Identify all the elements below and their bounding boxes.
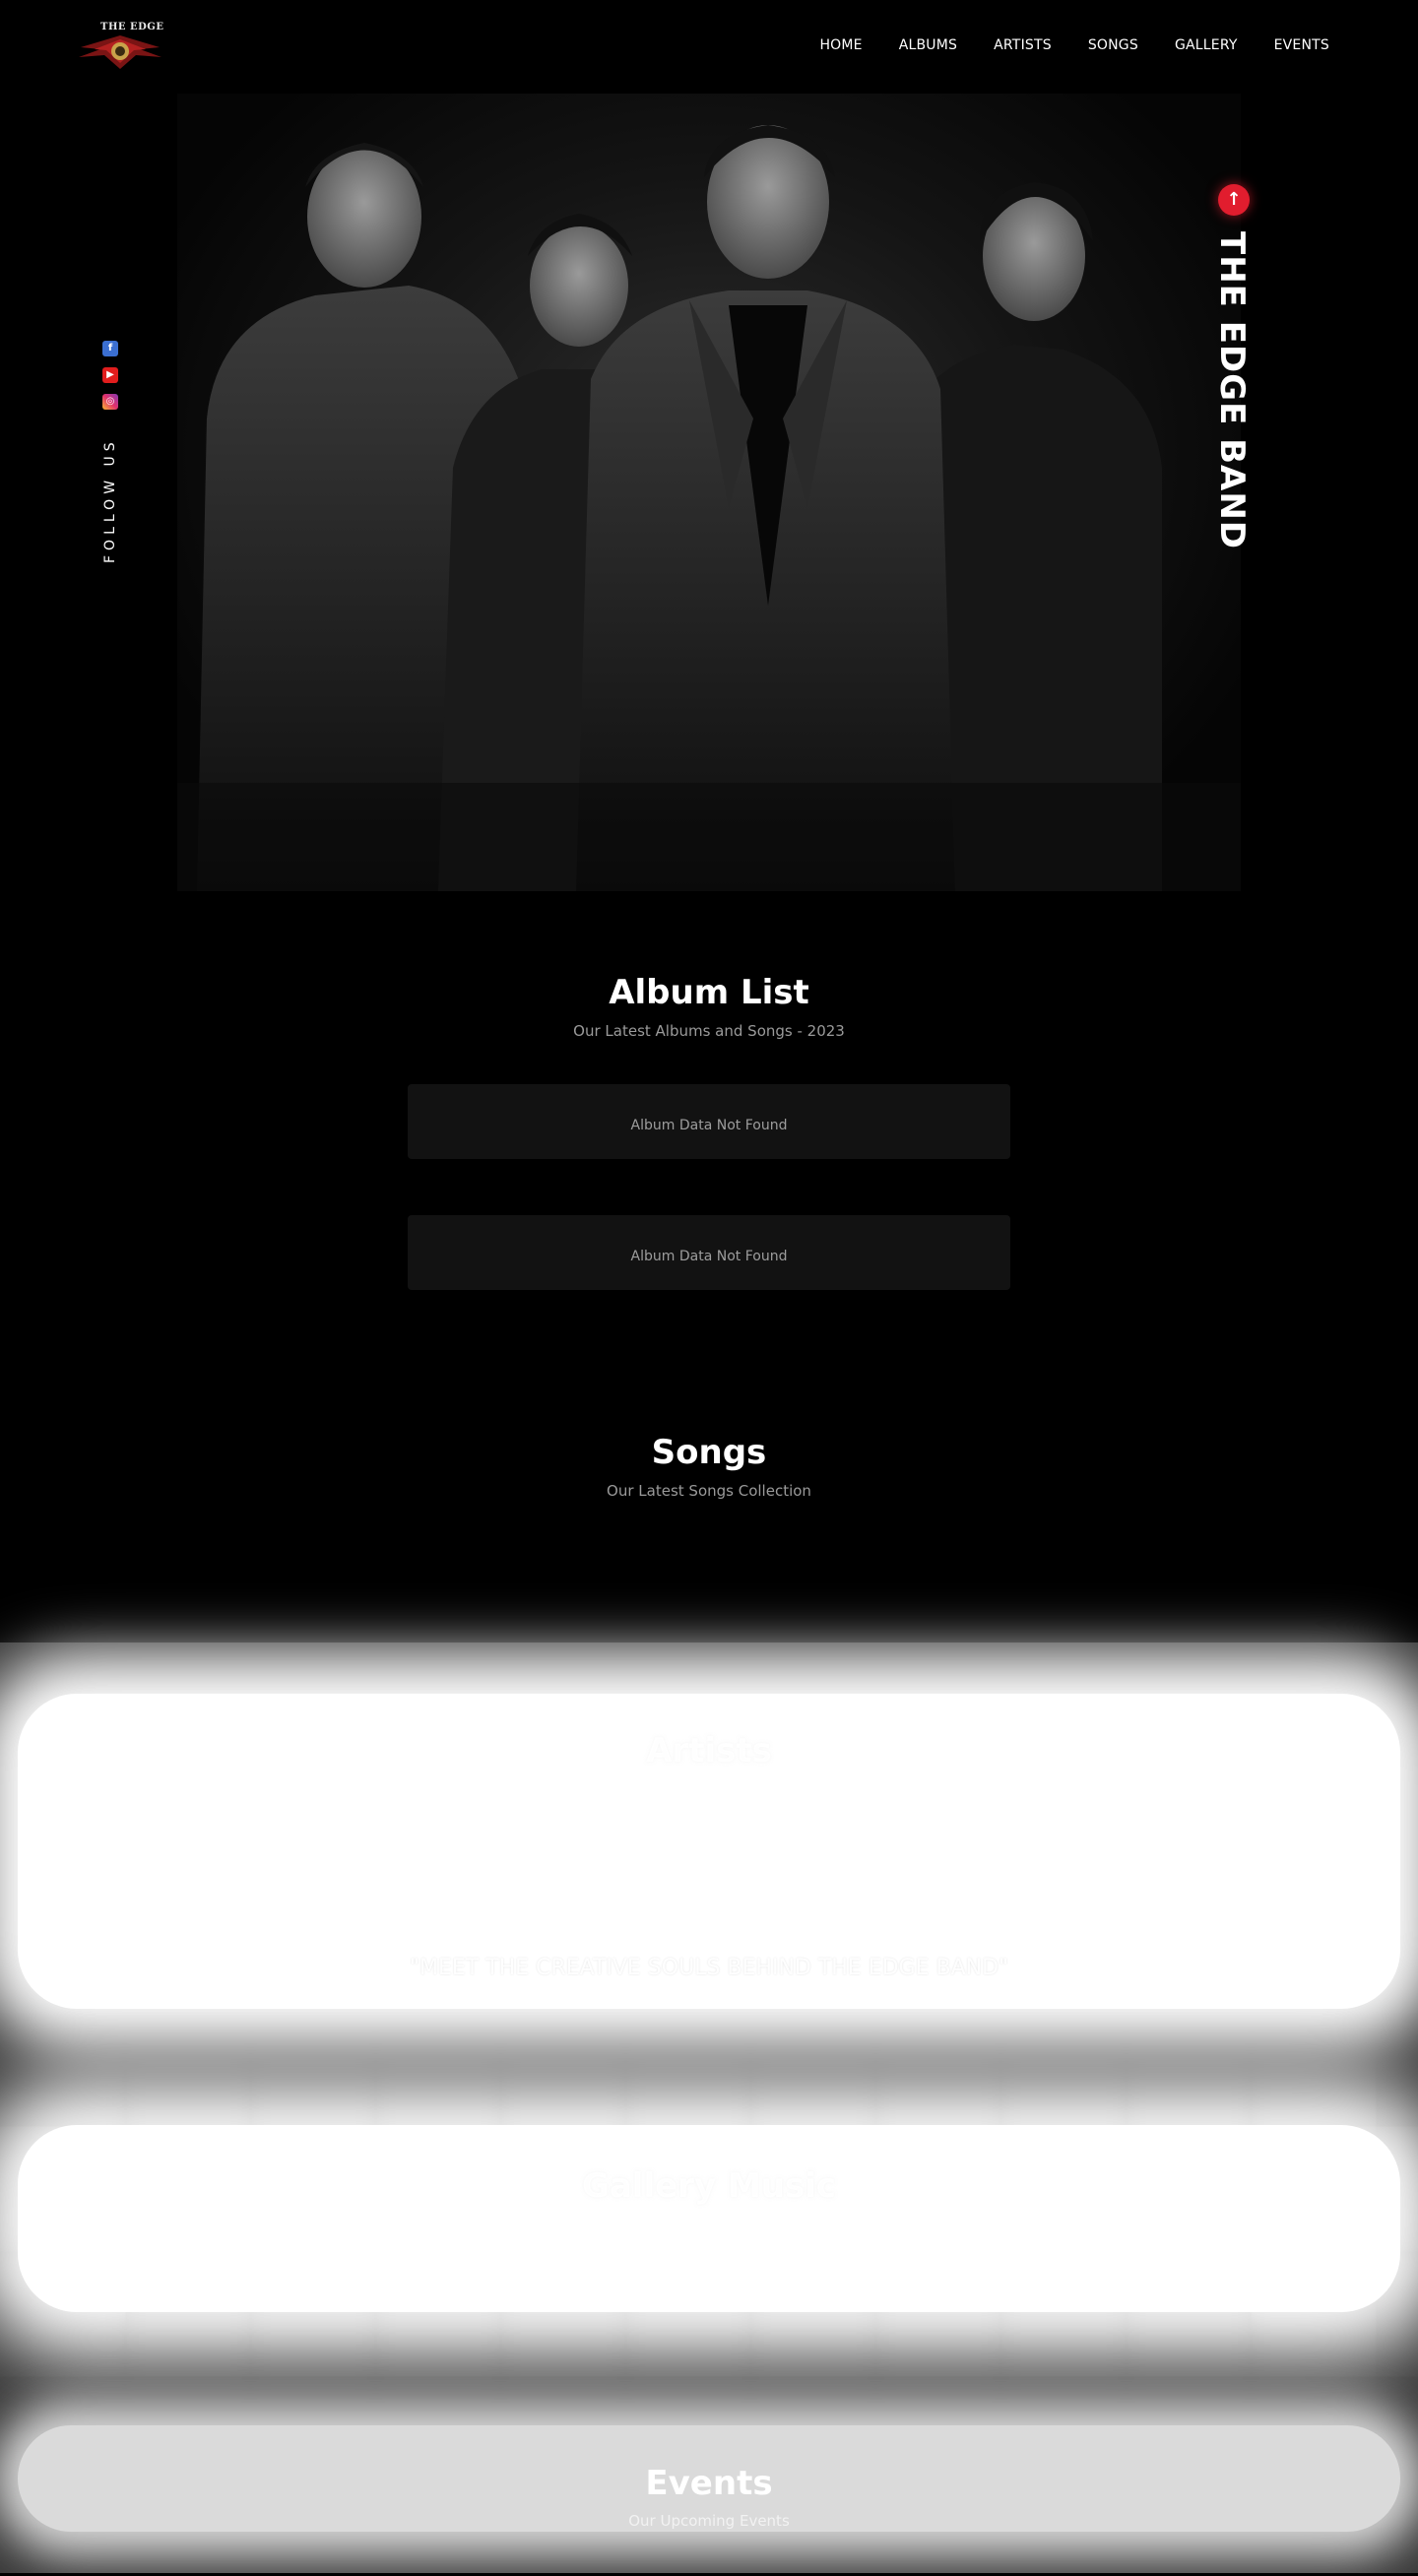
- band-logo[interactable]: THE EDGE: [71, 18, 169, 75]
- album-card[interactable]: Album Data Not Found: [408, 1215, 1010, 1290]
- hero-band-photo: [177, 94, 1241, 891]
- events-title: Events: [645, 2464, 773, 2503]
- gallery-title: Gallery Music: [581, 2166, 837, 2206]
- page: THE EDGE HOME ALBUMS ARTISTS SONGS GALLE…: [0, 0, 1418, 2576]
- album-list-subtitle: Our Latest Albums and Songs - 2023: [573, 1022, 845, 1040]
- arrow-up-icon: ↑: [1226, 189, 1242, 210]
- instagram-icon[interactable]: ◎: [102, 394, 118, 410]
- scroll-top-button[interactable]: ↑: [1218, 184, 1250, 216]
- logo-text: THE EDGE: [100, 22, 164, 32]
- follow-us-label: FOLLOW US: [102, 437, 118, 563]
- events-subtitle: Our Upcoming Events: [628, 2512, 790, 2530]
- nav-songs[interactable]: SONGS: [1088, 37, 1138, 53]
- nav-gallery[interactable]: GALLERY: [1175, 37, 1238, 53]
- main-nav: HOME ALBUMS ARTISTS SONGS GALLERY EVENTS: [819, 37, 1329, 53]
- follow-us-sidebar: f ▶ ◎ FOLLOW US: [98, 341, 122, 563]
- gallery-panel: [18, 2125, 1400, 2312]
- nav-artists[interactable]: ARTISTS: [994, 37, 1052, 53]
- facebook-icon[interactable]: f: [102, 341, 118, 356]
- nav-home[interactable]: HOME: [819, 37, 862, 53]
- nav-albums[interactable]: ALBUMS: [899, 37, 957, 53]
- youtube-icon[interactable]: ▶: [102, 367, 118, 383]
- artists-quote: "MEET THE CREATIVE SOULS BEHIND THE EDGE…: [409, 1956, 1009, 1980]
- songs-subtitle: Our Latest Songs Collection: [607, 1482, 811, 1500]
- artists-title: Artists: [646, 1731, 772, 1771]
- album-card[interactable]: Album Data Not Found: [408, 1084, 1010, 1159]
- album-list-title: Album List: [609, 973, 809, 1012]
- band-name-vertical: THE EDGE BAND: [1212, 231, 1252, 550]
- nav-events[interactable]: EVENTS: [1274, 37, 1329, 53]
- songs-title: Songs: [651, 1433, 767, 1472]
